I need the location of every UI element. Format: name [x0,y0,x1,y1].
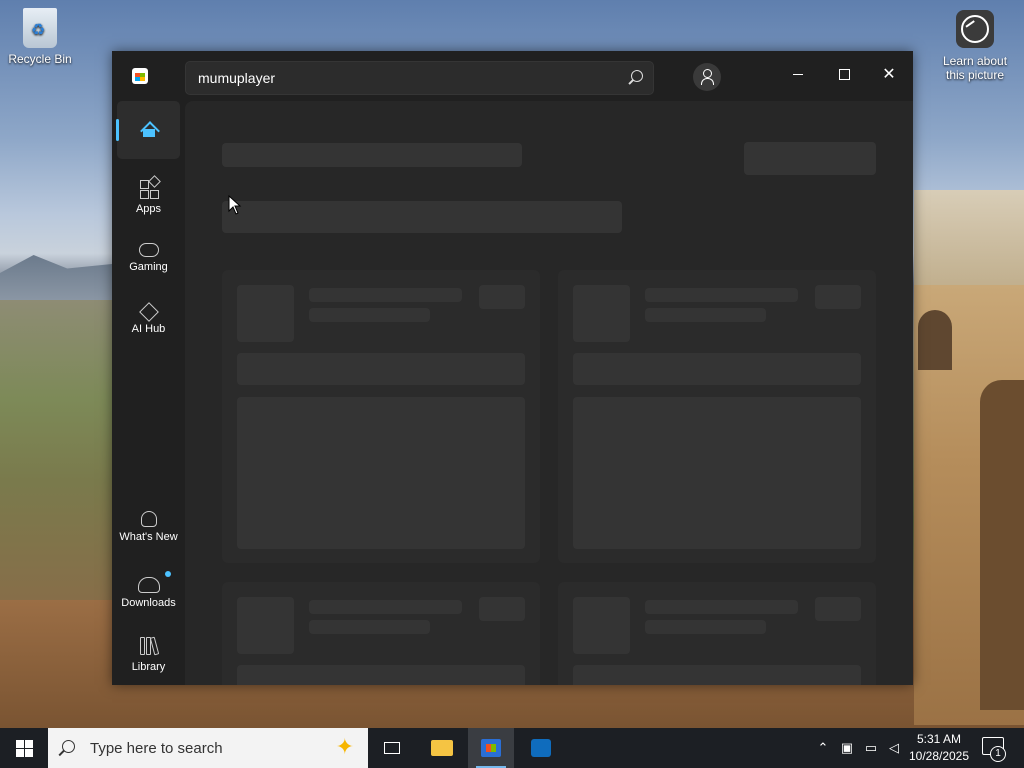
skeleton-card [558,582,876,685]
start-button[interactable] [0,728,48,768]
taskbar-search[interactable]: ✦ [48,728,368,768]
minimize-button[interactable] [778,59,818,89]
volume-muted-icon: ◁ [889,740,899,755]
search-box[interactable] [185,61,654,95]
folder-icon [431,740,453,756]
learn-about-picture-label: Learn about this picture [942,54,1008,82]
outlook-button[interactable] [518,728,564,768]
network-button[interactable]: ▭ [860,728,882,768]
store-taskbar-button[interactable] [468,728,514,768]
clock-date: 10/28/2025 [908,749,970,763]
selected-indicator [116,119,119,141]
store-logo-icon [132,68,148,84]
notification-count-badge: 1 [990,746,1006,762]
downloads-badge [165,571,171,577]
chevron-up-icon: ⌃ [817,740,829,755]
show-hidden-icons-button[interactable]: ⌃ [812,728,834,768]
search-input[interactable] [196,69,620,87]
skeleton-subtitle [222,201,622,233]
megaphone-icon [140,511,157,527]
nav-sidebar: Apps Gaming AI Hub What's New Downloads … [112,101,184,685]
skeleton-card [558,270,876,563]
outlook-icon [531,739,551,757]
gamepad-icon [138,243,159,257]
camera-icon [956,10,994,48]
nav-item-gaming[interactable]: Gaming [117,231,180,289]
learn-about-picture-shortcut[interactable]: Learn about this picture [938,10,1012,82]
volume-button[interactable]: ◁ [884,728,904,768]
task-view-icon [384,742,400,754]
title-bar: ✕ [112,51,913,101]
recycle-bin-icon: ♻ [23,8,57,48]
nav-item-whats-new[interactable]: What's New [117,503,180,561]
close-button[interactable]: ✕ [869,59,909,89]
wallpaper-mountains [0,255,112,300]
sparkle-icon: ✦ [335,734,354,759]
taskbar: ✦ ⌃ ▣ ▭ ◁ 5:31 AM 10/28/2025 1 [0,728,1024,768]
nav-item-label: Gaming [129,261,168,273]
sparkle-icon [138,302,159,322]
wallpaper-fields [0,300,112,630]
clock[interactable]: 5:31 AM 10/28/2025 [902,731,976,765]
home-icon [138,119,160,141]
taskbar-search-input[interactable] [88,739,312,758]
network-icon: ▭ [864,740,878,755]
skeleton-card [222,582,540,685]
library-icon [138,635,160,657]
nav-item-label: What's New [119,531,178,543]
skeleton-title [222,143,522,167]
nav-item-label: Library [131,661,166,673]
search-icon[interactable] [631,70,643,82]
search-icon [62,740,75,753]
maximize-icon [838,68,850,80]
nav-item-label: Apps [135,203,162,215]
meet-now-button[interactable]: ▣ [836,728,858,768]
clock-time: 5:31 AM [916,732,962,746]
recycle-bin-label: Recycle Bin [8,52,72,66]
store-icon [481,739,501,757]
nav-item-ai-hub[interactable]: AI Hub [117,293,180,351]
camera-icon: ▣ [840,740,854,755]
close-icon: ✕ [882,66,896,83]
content-loading-skeleton [185,101,913,685]
file-explorer-button[interactable] [419,728,465,768]
nav-item-apps[interactable]: Apps [117,169,180,227]
store-window: ✕ Apps Gaming AI Hub What's New [112,51,913,685]
nav-item-downloads[interactable]: Downloads [117,565,180,623]
skeleton-button [744,142,876,175]
download-cloud-icon [137,577,160,593]
nav-item-home[interactable] [116,101,180,159]
skeleton-card [222,270,540,563]
wallpaper-town [914,190,1024,290]
task-view-button[interactable] [369,728,415,768]
minimize-icon [793,73,803,75]
maximize-button[interactable] [824,59,864,89]
wallpaper-arch-large [980,380,1024,710]
nav-item-library[interactable]: Library [117,627,180,685]
nav-item-label: Downloads [121,597,176,609]
wallpaper-arch [918,310,952,370]
nav-item-label: AI Hub [131,323,166,335]
apps-icon [138,175,161,199]
recycle-bin-shortcut[interactable]: ♻ Recycle Bin [4,8,76,66]
account-icon[interactable] [693,63,721,91]
